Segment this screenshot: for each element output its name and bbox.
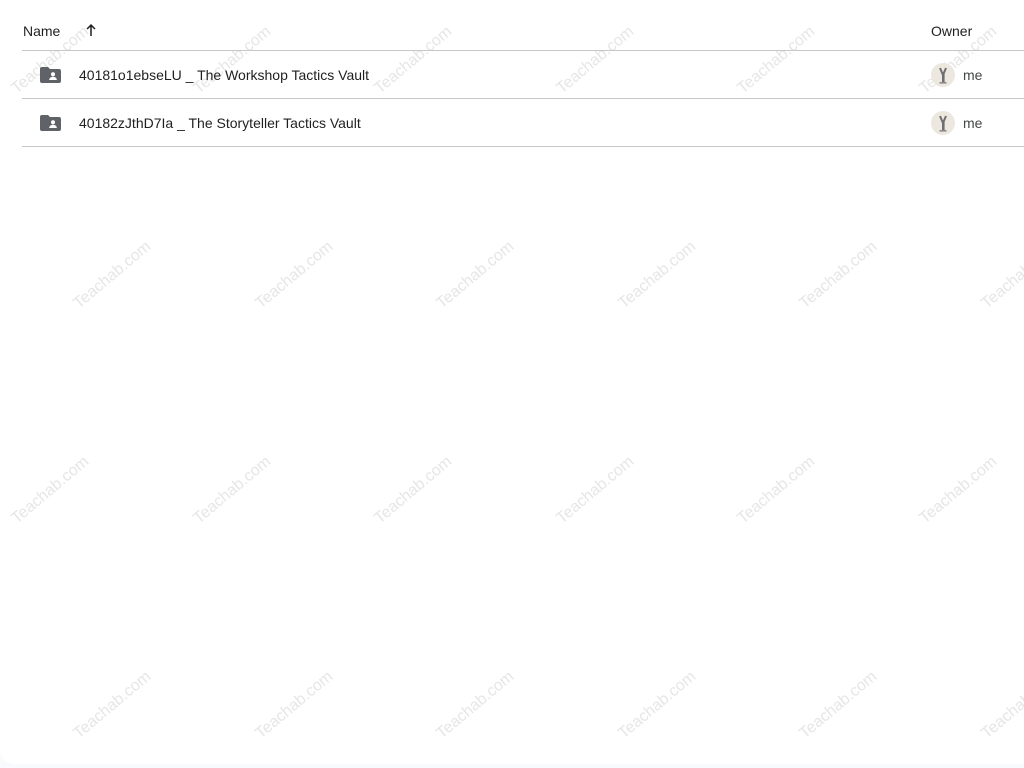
watermark-text: Teachab.com bbox=[614, 238, 699, 313]
watermark-text: Teachab.com bbox=[70, 668, 155, 743]
watermark-text: Teachab.com bbox=[977, 238, 1024, 313]
watermark-text: Teachab.com bbox=[552, 453, 637, 528]
column-header-owner[interactable]: Owner bbox=[931, 23, 972, 39]
avatar-figure-icon bbox=[939, 67, 947, 84]
owner-name: me bbox=[963, 67, 983, 83]
shared-folder-icon bbox=[40, 67, 61, 83]
watermark-text: Teachab.com bbox=[251, 668, 336, 743]
watermark-text: Teachab.com bbox=[70, 238, 155, 313]
watermark-text: Teachab.com bbox=[8, 453, 93, 528]
avatar-figure-icon bbox=[939, 115, 947, 132]
file-list: 40181o1ebseLU _ The Workshop Tactics Vau… bbox=[22, 51, 1024, 147]
watermark-text: Teachab.com bbox=[915, 453, 1000, 528]
file-name: 40181o1ebseLU _ The Workshop Tactics Vau… bbox=[79, 67, 370, 83]
watermark-text: Teachab.com bbox=[614, 668, 699, 743]
list-item[interactable]: 40181o1ebseLU _ The Workshop Tactics Vau… bbox=[22, 51, 1024, 99]
file-name: 40182zJthD7Ia _ The Storyteller Tactics … bbox=[79, 115, 361, 131]
watermark-text: Teachab.com bbox=[433, 668, 518, 743]
arrow-up-icon[interactable] bbox=[82, 21, 100, 39]
watermark-text: Teachab.com bbox=[796, 668, 881, 743]
column-header-name[interactable]: Name bbox=[23, 23, 60, 39]
watermark-text: Teachab.com bbox=[977, 668, 1024, 743]
watermark-text: Teachab.com bbox=[371, 453, 456, 528]
list-header: Name Owner bbox=[22, 12, 1024, 51]
file-list-panel: Teachab.com Teachab.com Teachab.com Teachab… bbox=[0, 0, 1024, 764]
owner-name: me bbox=[963, 115, 983, 131]
watermark-text: Teachab.com bbox=[796, 238, 881, 313]
watermark-text: Teachab.com bbox=[734, 453, 819, 528]
owner-avatar bbox=[931, 63, 955, 87]
watermark-text: Teachab.com bbox=[189, 453, 274, 528]
shared-folder-icon bbox=[40, 115, 61, 131]
owner-avatar bbox=[931, 111, 955, 135]
list-item[interactable]: 40182zJthD7Ia _ The Storyteller Tactics … bbox=[22, 99, 1024, 147]
watermark-text: Teachab.com bbox=[433, 238, 518, 313]
watermark-text: Teachab.com bbox=[251, 238, 336, 313]
